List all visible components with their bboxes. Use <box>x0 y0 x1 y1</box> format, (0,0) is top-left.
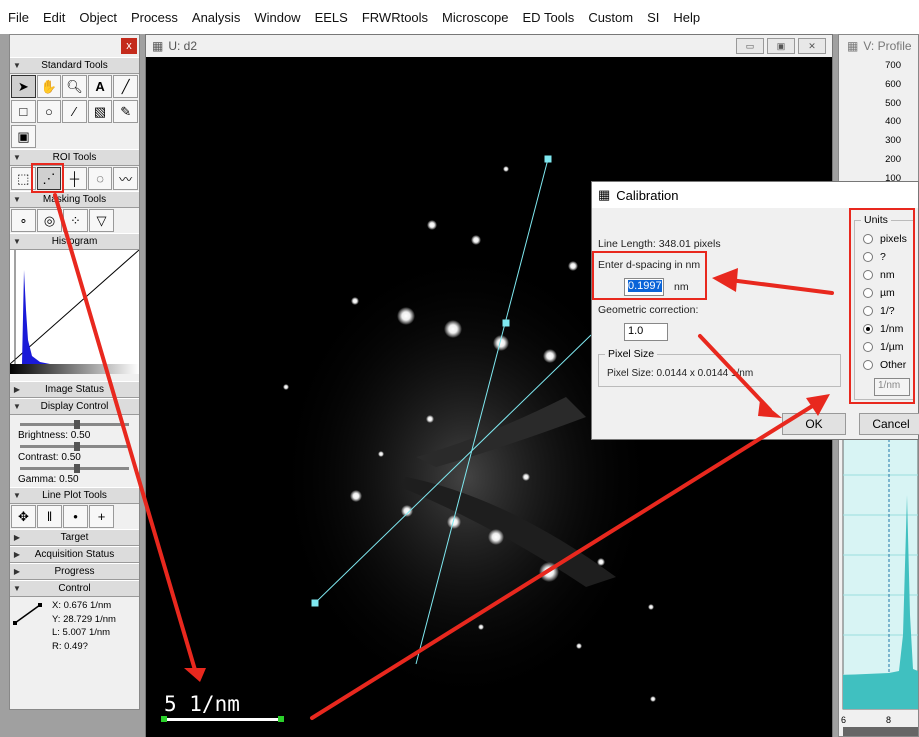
menu-window[interactable]: Window <box>254 10 300 25</box>
array-mask-icon[interactable]: ⁘ <box>63 209 88 232</box>
contrast-label: Contrast: 0.50 <box>18 452 81 463</box>
bar-plot-icon[interactable]: ‖ <box>37 505 62 528</box>
image-window-titlebar[interactable]: ▦ U: d2 ▭ ▣ ✕ <box>146 35 832 57</box>
roi-tools-header[interactable]: ▼ ROI Tools <box>10 149 139 166</box>
contrast-slider[interactable] <box>20 464 129 473</box>
readout-y: Y: 28.729 1/nm <box>52 613 116 625</box>
move-plot-icon[interactable]: ✥ <box>11 505 36 528</box>
scalebar-label: 5 1/nm <box>164 692 240 716</box>
readout-l: L: 5.007 1/nm <box>52 627 111 638</box>
masking-tools-header[interactable]: ▼ Masking Tools <box>10 191 139 208</box>
menu-bar: File Edit Object Process Analysis Window EELS F… <box>0 0 919 34</box>
control-header[interactable]: ▼ Control <box>10 580 139 597</box>
menu-file[interactable]: File <box>8 10 29 25</box>
annotation-box-units <box>849 208 915 404</box>
profile-ytick: 400 <box>885 116 901 128</box>
calibration-titlebar[interactable]: ▦ Calibration <box>592 182 918 208</box>
profile-ytick: 700 <box>885 60 901 71</box>
display-control-header[interactable]: ▼ Display Control <box>10 398 139 415</box>
close-button[interactable]: ✕ <box>798 38 826 54</box>
line-readout-icon <box>13 603 42 625</box>
menu-frwrtools[interactable]: FRWRtools <box>362 10 428 25</box>
menu-microscope[interactable]: Microscope <box>442 10 508 25</box>
minimize-button[interactable]: ▭ <box>736 38 764 54</box>
profile-ytick: 300 <box>885 135 901 147</box>
pen-tool-icon[interactable]: ✎ <box>113 100 138 123</box>
readout-x: X: 0.676 1/nm <box>52 600 112 611</box>
brightness-slider[interactable] <box>20 442 129 451</box>
oval-tool-icon[interactable]: ○ <box>36 100 62 123</box>
menu-ed-tools[interactable]: ED Tools <box>523 10 575 25</box>
cancel-button[interactable]: Cancel <box>859 413 919 435</box>
rectangle-tool-icon[interactable]: □ <box>11 100 36 123</box>
profile-window-titlebar[interactable]: ▦ V: Profile <box>839 35 918 57</box>
text-tool-icon[interactable]: A <box>87 75 113 98</box>
geometric-correction-input[interactable]: 1.0 <box>624 323 668 341</box>
menu-custom[interactable]: Custom <box>588 10 633 25</box>
profile-window-icon: ▦ <box>847 39 859 53</box>
profile-y-axis: 700 600 500 400 300 200 100 <box>841 57 918 189</box>
menu-edit[interactable]: Edit <box>43 10 65 25</box>
image-window-title: U: d2 <box>168 39 198 53</box>
menu-object[interactable]: Object <box>79 10 117 25</box>
annotation-box-dspacing <box>592 251 707 300</box>
eraser-tool-icon[interactable]: ▣ <box>11 125 36 148</box>
calibration-icon: ▦ <box>598 187 611 202</box>
geometric-correction-label: Geometric correction: <box>598 304 699 316</box>
hand-tool-icon[interactable]: ✋ <box>36 75 62 98</box>
line-plot-tools-header[interactable]: ▼ Line Plot Tools <box>10 487 139 504</box>
pixel-size-text: Pixel Size: 0.0144 x 0.0144 1/nm <box>607 368 754 379</box>
dot-plot-icon[interactable]: • <box>63 505 88 528</box>
gamma-label: Gamma: 0.50 <box>18 474 79 485</box>
display-slider-top[interactable] <box>20 420 129 429</box>
profile-ytick: 600 <box>885 78 901 90</box>
wedge-mask-icon[interactable]: ▽ <box>89 209 114 232</box>
progress-header[interactable]: ▶ Progress <box>10 563 139 580</box>
histogram-plot[interactable] <box>10 249 139 378</box>
scalebar <box>163 718 282 721</box>
line-length-label: Line Length: 348.01 pixels <box>598 238 721 250</box>
target-header[interactable]: ▶ Target <box>10 529 139 546</box>
menu-si[interactable]: SI <box>647 10 659 25</box>
panel-close-button[interactable]: x <box>121 38 137 54</box>
menu-process[interactable]: Process <box>131 10 178 25</box>
profile-ytick: 500 <box>885 97 901 109</box>
profile-xtick-1: 8 <box>886 715 891 725</box>
ring-mask-icon[interactable]: ◎ <box>37 209 62 232</box>
arrow-tool-icon[interactable]: ➤ <box>11 75 36 98</box>
menu-help[interactable]: Help <box>673 10 700 25</box>
standard-tools-header[interactable]: ▼ Standard Tools <box>10 57 139 74</box>
spot-mask-icon[interactable]: ∘ <box>11 209 36 232</box>
profile-xtick-0: 6 <box>841 715 846 725</box>
profile-ytick: 200 <box>885 153 901 165</box>
acquisition-status-header[interactable]: ▶ Acquisition Status <box>10 546 139 563</box>
menu-eels[interactable]: EELS <box>315 10 348 25</box>
restore-button[interactable]: ▣ <box>767 38 795 54</box>
freehand-roi-icon[interactable]: 〰 <box>113 167 138 190</box>
zoom-tool-icon[interactable]: 🔍︎ <box>62 75 87 98</box>
profile-plot[interactable]: 6 8 <box>839 435 919 737</box>
annotation-box-line-roi <box>31 163 64 193</box>
menu-analysis[interactable]: Analysis <box>192 10 240 25</box>
histogram-header[interactable]: ▼ Histogram <box>10 233 139 250</box>
lasso-roi-icon[interactable]: ◌ <box>87 167 113 190</box>
control-readout: X: 0.676 1/nm Y: 28.729 1/nm L: 5.007 1/… <box>10 597 139 657</box>
tool-panel: x ▼ Standard Tools ➤ ✋ 🔍︎ A ╱ □ ○ ⁄ ▧ ✎ ▣… <box>9 34 140 710</box>
panel-top: x <box>10 35 139 57</box>
image-window-icon: ▦ <box>152 39 164 53</box>
image-status-header[interactable]: ▶ Image Status <box>10 381 139 398</box>
ok-button[interactable]: OK <box>782 413 846 435</box>
readout-r: R: 0.49? <box>52 640 88 652</box>
line-tool-icon[interactable]: ╱ <box>113 75 138 98</box>
calibration-title: Calibration <box>616 187 679 203</box>
add-plot-icon[interactable]: + <box>89 505 114 528</box>
brightness-label: Brightness: 0.50 <box>18 430 91 441</box>
profile-tool-icon[interactable]: ▧ <box>87 100 113 123</box>
profile-window-title: V: Profile <box>863 39 912 53</box>
magic-wand-tool-icon[interactable]: ⁄ <box>62 100 87 123</box>
pixel-size-group: Pixel Size Pixel Size: 0.0144 x 0.0144 1… <box>598 348 841 387</box>
point-roi-icon[interactable]: ┼ <box>62 167 87 190</box>
